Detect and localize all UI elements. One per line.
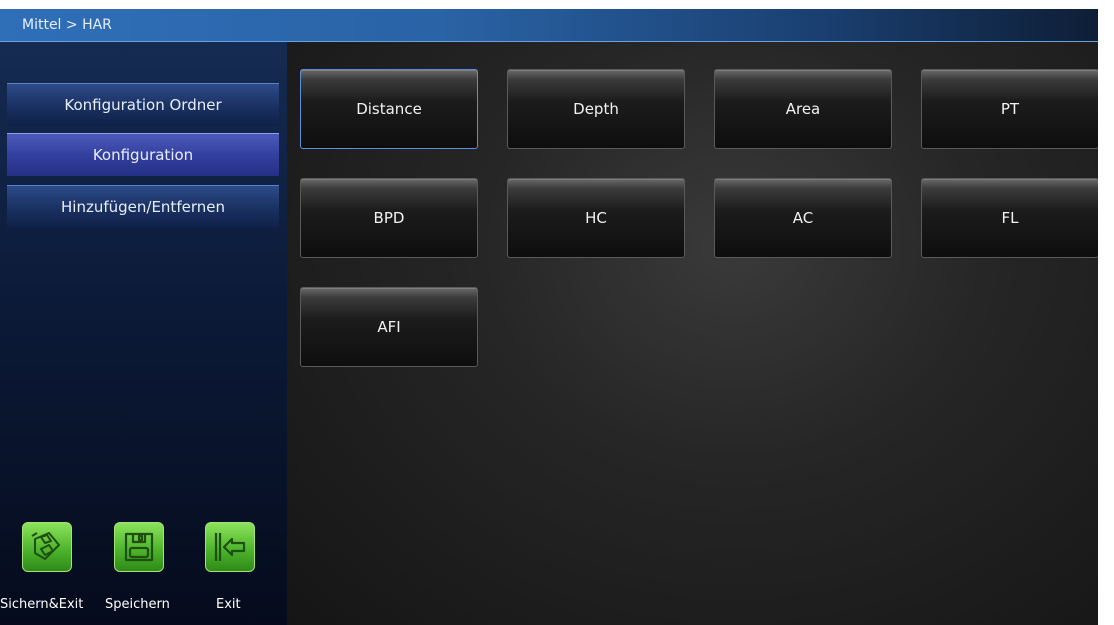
item-tile-depth[interactable]: Depth — [507, 69, 685, 149]
save-button[interactable] — [114, 522, 164, 572]
item-tile-area[interactable]: Area — [714, 69, 892, 149]
breadcrumb: Mittel > HAR — [22, 17, 112, 33]
save-exit-label: Sichern&Exit — [0, 597, 84, 612]
item-grid: Distance Depth Area PT BPD HC AC FL AFI — [287, 42, 1098, 625]
save-exit-icon — [31, 532, 60, 560]
item-tile-distance[interactable]: Distance — [300, 69, 478, 149]
save-exit-button[interactable] — [22, 522, 72, 572]
sidebar-item-konfiguration[interactable]: Konfiguration — [7, 133, 279, 176]
exit-button[interactable] — [205, 522, 255, 572]
sidebar-item-hinzufuegen-entfernen[interactable]: Hinzufügen/Entfernen — [7, 185, 279, 228]
sidebar-item-konfiguration-ordner[interactable]: Konfiguration Ordner — [7, 83, 279, 126]
item-tile-hc[interactable]: HC — [507, 178, 685, 258]
floppy-disk-icon — [124, 532, 154, 562]
exit-arrow-icon — [214, 533, 246, 561]
item-tile-pt[interactable]: PT — [921, 69, 1098, 149]
title-bar: Mittel > HAR — [0, 9, 1098, 42]
save-label: Speichern — [105, 597, 170, 612]
item-tile-bpd[interactable]: BPD — [300, 178, 478, 258]
app-window: Mittel > HAR Konfiguration Ordner Konfig… — [0, 9, 1098, 625]
item-tile-afi[interactable]: AFI — [300, 287, 478, 367]
exit-label: Exit — [216, 597, 241, 612]
item-tile-fl[interactable]: FL — [921, 178, 1098, 258]
item-tile-ac[interactable]: AC — [714, 178, 892, 258]
sidebar: Konfiguration Ordner Konfiguration Hinzu… — [0, 42, 287, 625]
